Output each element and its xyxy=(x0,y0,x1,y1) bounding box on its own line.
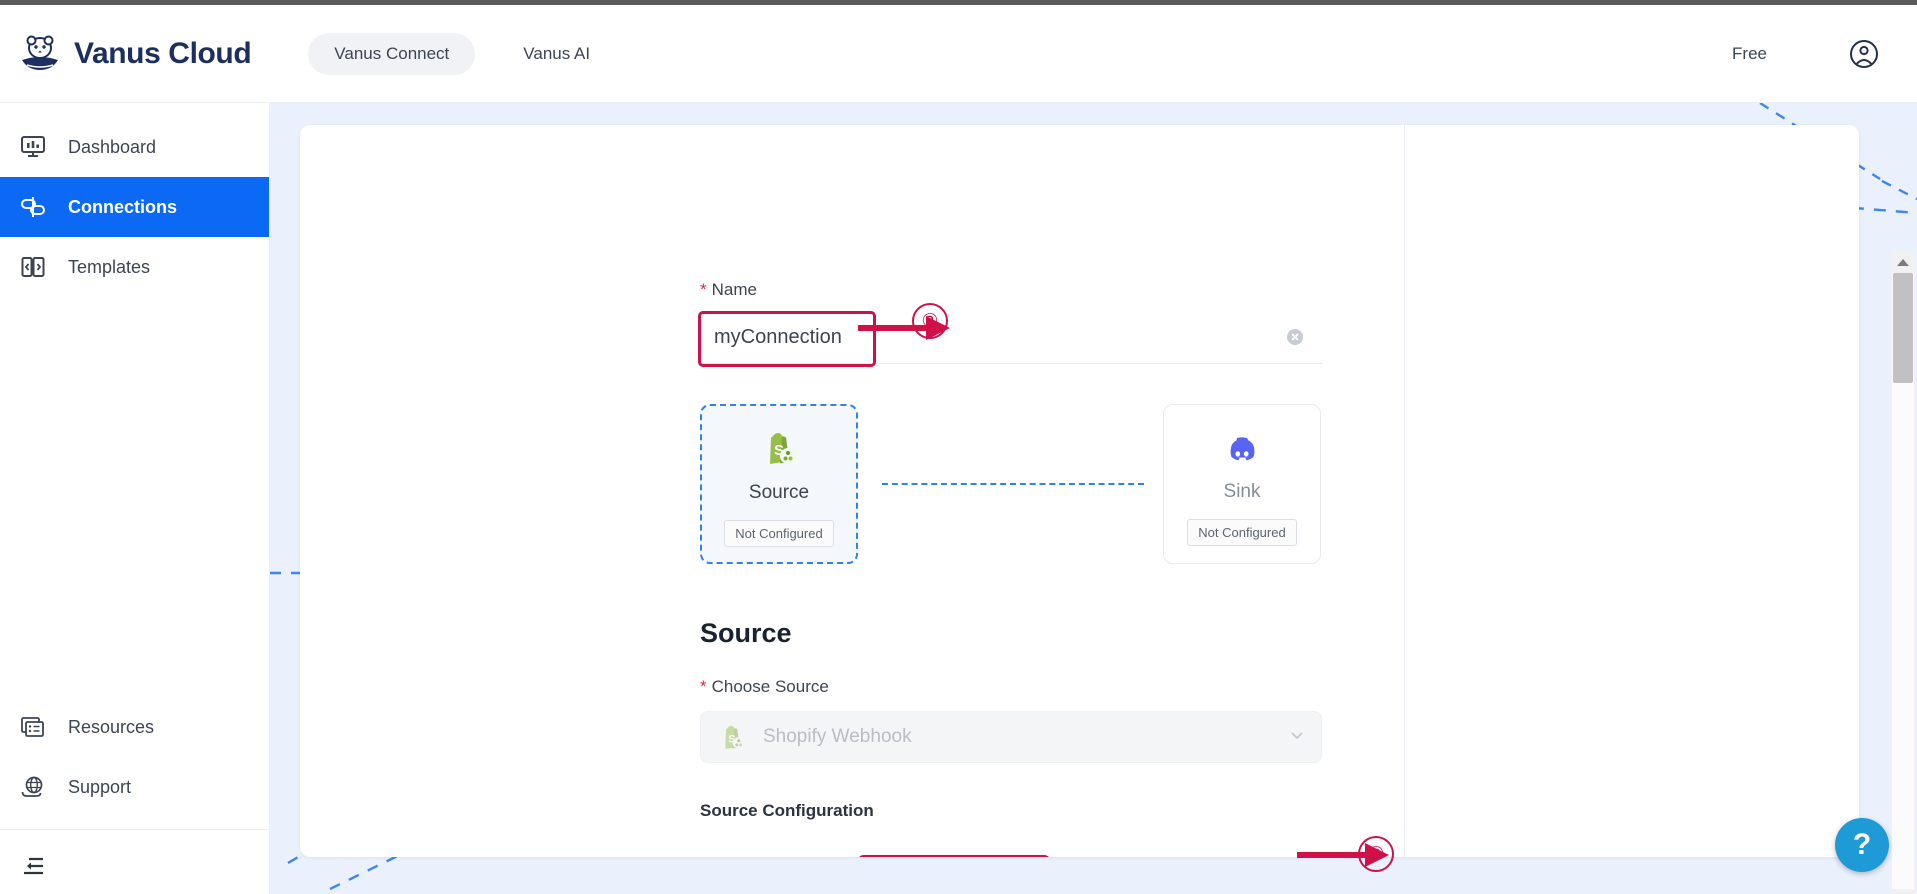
sidebar-bottom-group: Resources Support xyxy=(0,697,269,894)
sidebar-item-dashboard[interactable]: Dashboard xyxy=(0,117,269,177)
header-right: Free xyxy=(1732,39,1879,69)
form-column: *Name S xyxy=(300,125,1405,857)
source-configuration-label: Source Configuration xyxy=(700,801,874,821)
required-asterisk: * xyxy=(700,677,707,696)
sidebar-item-connections[interactable]: Connections xyxy=(0,177,269,237)
required-asterisk: * xyxy=(700,280,707,299)
main-content: *Name S xyxy=(270,103,1917,894)
resources-list-icon xyxy=(20,714,46,740)
tab-vanus-ai[interactable]: Vanus AI xyxy=(497,33,616,75)
account-circle-icon[interactable] xyxy=(1849,39,1879,69)
scroll-up-arrow-icon[interactable] xyxy=(1892,251,1914,273)
dashboard-monitor-icon xyxy=(20,134,46,160)
scrollbar-thumb[interactable] xyxy=(1893,273,1913,383)
sidebar-item-templates[interactable]: Templates xyxy=(0,237,269,297)
chevron-down-icon xyxy=(1289,727,1305,748)
source-section-title: Source xyxy=(700,618,792,649)
source-sink-connector xyxy=(882,483,1144,485)
sidebar-item-support[interactable]: Support xyxy=(0,757,269,817)
sidebar-item-label: Templates xyxy=(68,257,150,278)
sidebar-item-resources[interactable]: Resources xyxy=(0,697,269,757)
otter-logo-icon xyxy=(18,32,62,76)
help-question-icon[interactable]: ? xyxy=(1835,818,1889,872)
sidebar-collapse-button[interactable] xyxy=(0,838,269,894)
name-field-label: *Name xyxy=(700,280,757,300)
sidebar-top-group: Dashboard Connections Tem xyxy=(0,103,269,297)
connections-nodes-icon xyxy=(20,194,46,220)
brand[interactable]: Vanus Cloud xyxy=(18,32,251,76)
shopify-webhook-icon: S xyxy=(759,428,799,468)
discord-icon xyxy=(1222,427,1262,467)
sink-node-card[interactable]: Sink Not Configured xyxy=(1163,404,1321,564)
source-node-title: Source xyxy=(749,482,809,504)
annotation-number-3: ③ xyxy=(1358,836,1394,872)
sidebar-divider xyxy=(0,829,269,830)
vertical-scrollbar[interactable] xyxy=(1892,251,1914,894)
sidebar: Dashboard Connections Tem xyxy=(0,103,270,894)
choose-source-value: Shopify Webhook xyxy=(763,726,912,748)
sidebar-item-label: Dashboard xyxy=(68,137,156,158)
sidebar-item-label: Resources xyxy=(68,717,154,738)
source-status-badge: Not Configured xyxy=(724,520,833,547)
header-tabs: Vanus Connect Vanus AI xyxy=(308,33,616,75)
brand-name: Vanus Cloud xyxy=(74,37,251,71)
connection-form-card: *Name S xyxy=(300,125,1859,857)
support-globe-hand-icon xyxy=(20,774,46,800)
sidebar-item-label: Support xyxy=(68,777,131,798)
annotation-number-2: ② xyxy=(912,303,948,339)
plan-badge: Free xyxy=(1732,44,1767,64)
preview-column xyxy=(1406,125,1859,857)
sidebar-item-label: Connections xyxy=(68,197,177,218)
choose-source-select[interactable]: S Shopify Webhook xyxy=(700,711,1322,763)
name-input[interactable] xyxy=(700,313,1220,363)
next-button-highlight xyxy=(857,855,1051,857)
sink-node-title: Sink xyxy=(1224,481,1261,503)
clear-circle-icon[interactable] xyxy=(1286,328,1304,346)
app-header: Vanus Cloud Vanus Connect Vanus AI Free xyxy=(0,5,1917,103)
collapse-sidebar-icon xyxy=(20,853,46,879)
name-input-wrapper xyxy=(700,312,1322,364)
scroll-down-arrow-icon[interactable] xyxy=(1892,889,1914,894)
source-node-card[interactable]: S Source Not Configured xyxy=(700,404,858,564)
form-footer: Cancel Next xyxy=(300,837,1405,857)
templates-panels-icon xyxy=(20,254,46,280)
tab-vanus-connect[interactable]: Vanus Connect xyxy=(308,33,475,75)
sink-status-badge: Not Configured xyxy=(1187,519,1296,546)
shopify-webhook-icon: S xyxy=(717,722,747,752)
choose-source-label: *Choose Source xyxy=(700,677,829,697)
